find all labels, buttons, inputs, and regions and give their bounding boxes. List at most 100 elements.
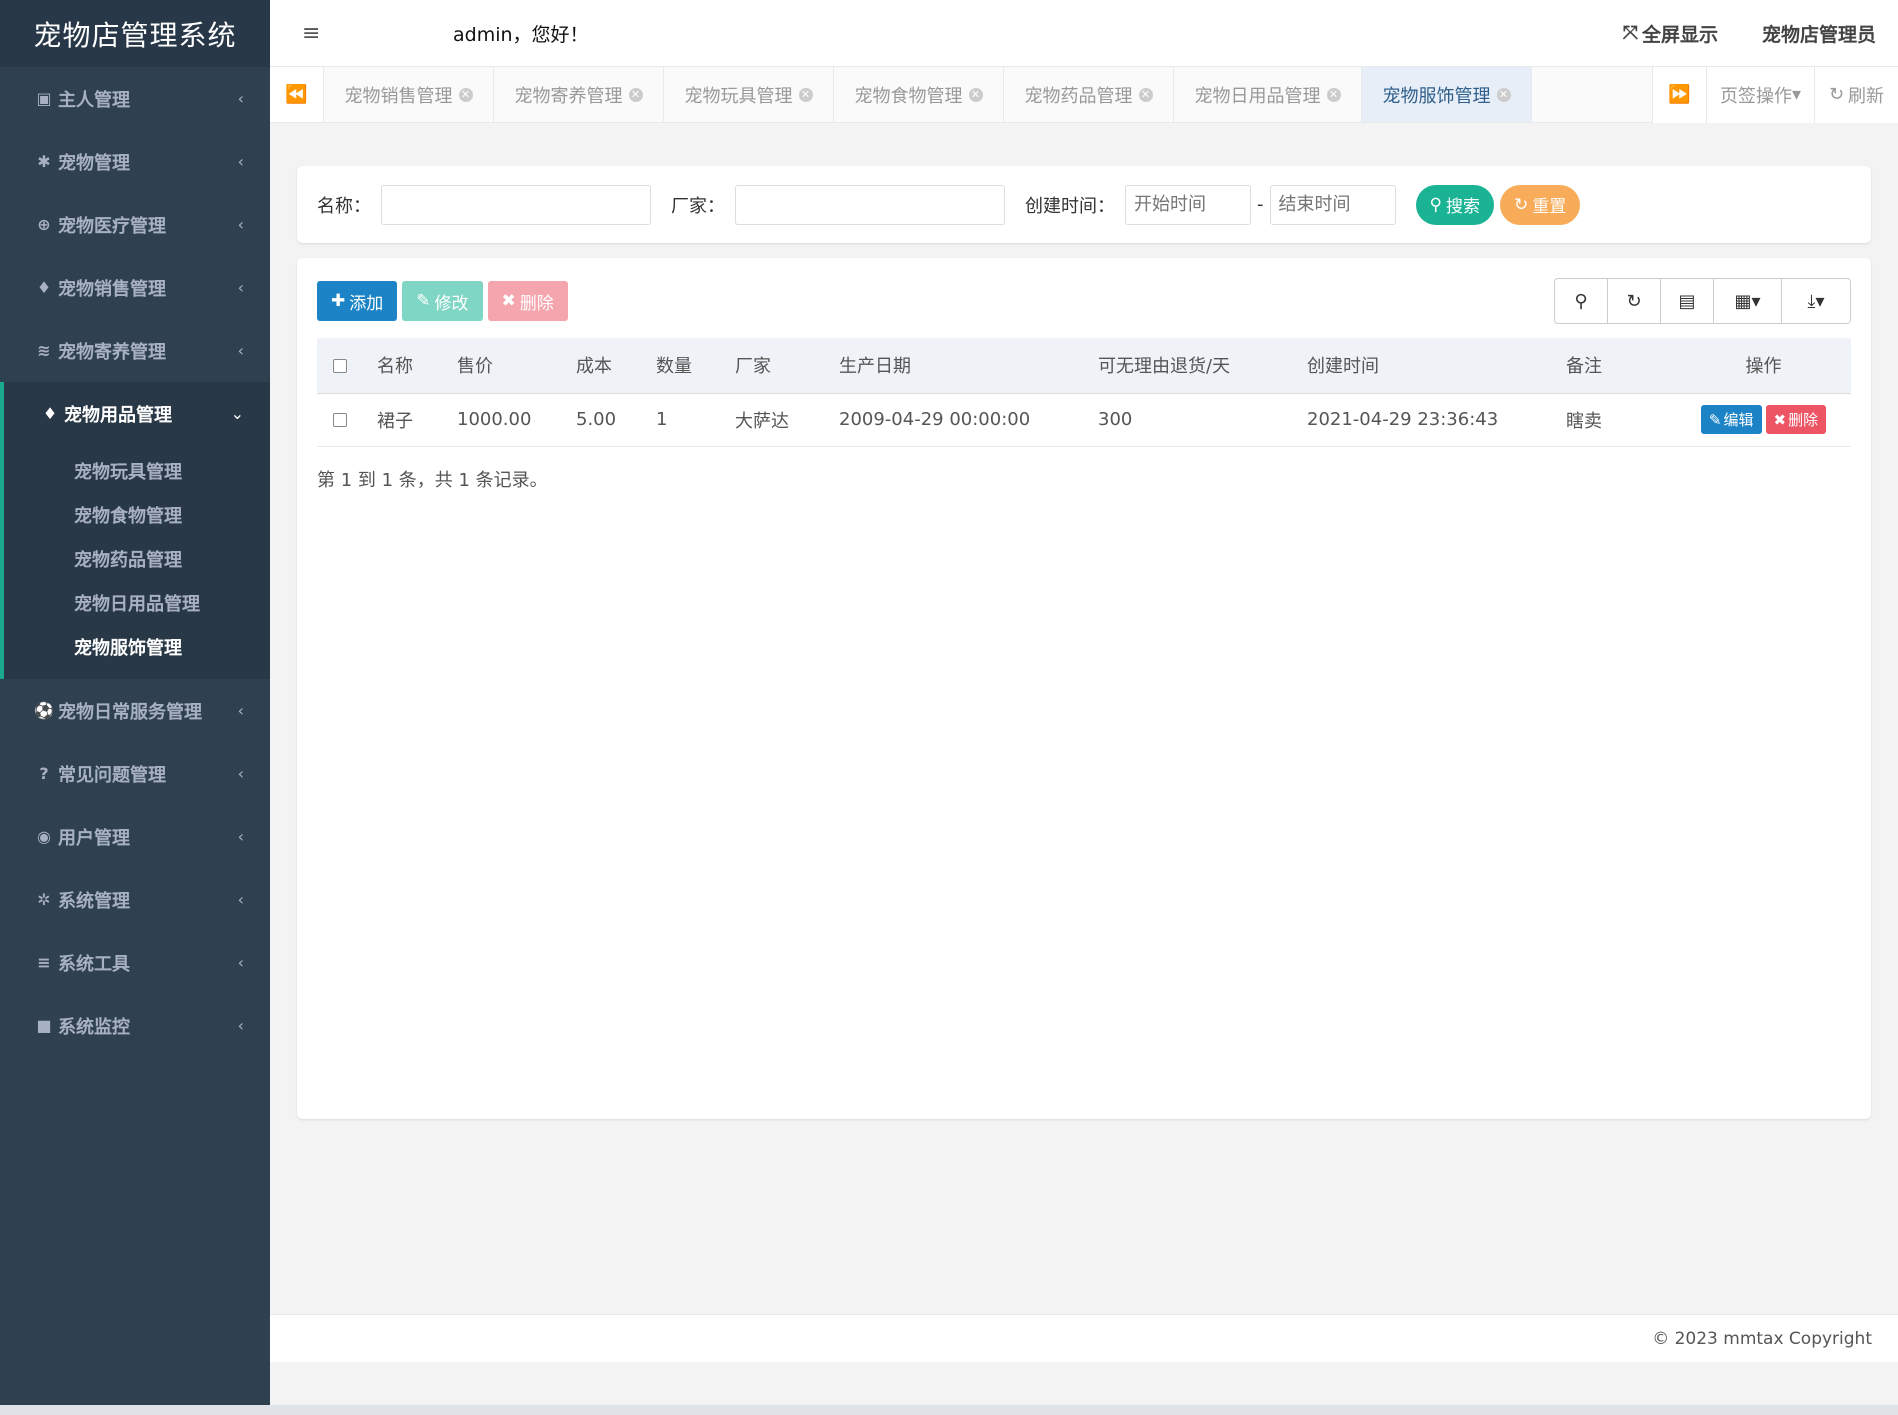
col-header[interactable]: 数量 (656, 338, 735, 394)
sidebar-item-label: 宠物医疗管理 (58, 215, 166, 237)
tabs-next-button[interactable]: ⏩ (1652, 66, 1706, 123)
sidebar-submenu: 宠物玩具管理 宠物食物管理 宠物药品管理 宠物日用品管理 宠物服饰管理 (0, 445, 270, 679)
col-header[interactable]: 厂家 (735, 338, 839, 394)
sidebar-item-supplies[interactable]: ♦ 宠物用品管理 ⌄ (0, 382, 270, 445)
data-table: 名称 售价 成本 数量 厂家 生产日期 可无理由退货/天 创建时间 备注 操作 … (317, 338, 1851, 447)
col-header[interactable]: 可无理由退货/天 (1098, 338, 1307, 394)
sidebar-subitem-toys[interactable]: 宠物玩具管理 (4, 449, 270, 493)
sidebar-item-label: 宠物管理 (58, 152, 130, 174)
chevron-left-icon: ‹ (237, 764, 244, 783)
vendor-input[interactable] (735, 184, 1005, 225)
name-input[interactable] (381, 184, 651, 225)
end-time-input[interactable] (1269, 184, 1396, 225)
refresh-table-button[interactable]: ↻ (1608, 279, 1661, 323)
chevron-left-icon: ‹ (237, 89, 244, 108)
close-icon[interactable]: ✕ (1138, 87, 1153, 102)
sidebar-item-owner[interactable]: ▣ 主人管理 ‹ (0, 67, 270, 130)
sidebar-item-monitor[interactable]: ■ 系统监控 ‹ (0, 994, 270, 1057)
sidebar-item-faq[interactable]: ? 常见问题管理 ‹ (0, 742, 270, 805)
sidebar-item-boarding[interactable]: ≋ 宠物寄养管理 ‹ (0, 319, 270, 382)
sidebar-item-label: 系统管理 (58, 890, 130, 912)
close-icon[interactable]: ✕ (458, 87, 473, 102)
tab-boarding[interactable]: 宠物寄养管理 ✕ (494, 67, 664, 122)
delete-button[interactable]: ✖ 删除 (487, 281, 568, 321)
col-header[interactable]: 名称 (377, 338, 457, 394)
close-icon[interactable]: ✕ (1326, 87, 1341, 102)
tab-medicine[interactable]: 宠物药品管理 ✕ (1004, 67, 1174, 122)
search-button[interactable]: ⚲ 搜索 (1415, 184, 1494, 225)
sidebar-item-label: 宠物销售管理 (58, 278, 166, 300)
select-all-checkbox[interactable] (333, 358, 347, 373)
reset-button-label: 重置 (1532, 197, 1567, 217)
col-header[interactable]: 售价 (457, 338, 576, 394)
user-role-menu[interactable]: 宠物店管理员 (1762, 20, 1876, 47)
sidebar-item-daily-service[interactable]: ⚽ 宠物日常服务管理 ‹ (0, 679, 270, 742)
fullscreen-button[interactable]: ⤧ 全屏显示 (1623, 20, 1718, 47)
chevron-left-icon: ‹ (237, 890, 244, 909)
chevron-down-icon: ⌄ (230, 404, 244, 423)
sidebar-item-users[interactable]: ◉ 用户管理 ‹ (0, 805, 270, 868)
toggle-view-button[interactable]: ▤ (1661, 279, 1714, 323)
col-header[interactable]: 生产日期 (839, 338, 1098, 394)
table-row[interactable]: 裙子 1000.00 5.00 1 大萨达 2009-04-29 00:00:0… (317, 393, 1851, 447)
col-header[interactable]: 备注 (1566, 338, 1676, 394)
tab-ops-label: 页签操作 (1719, 85, 1792, 107)
caret-down-icon: ▾ (1791, 84, 1802, 105)
grid-icon: ▦ (1734, 290, 1752, 312)
refresh-icon: ↻ (1513, 194, 1529, 215)
row-checkbox[interactable] (333, 413, 347, 427)
sidebar-item-tools[interactable]: ≡ 系统工具 ‹ (0, 931, 270, 994)
tabs-prev-button[interactable]: ⏪ (270, 67, 324, 122)
refresh-icon: ↻ (1828, 84, 1845, 105)
select-all-cell (317, 338, 377, 394)
close-icon[interactable]: ✕ (968, 87, 983, 102)
table-header-row: 名称 售价 成本 数量 厂家 生产日期 可无理由退货/天 创建时间 备注 操作 (317, 338, 1851, 394)
tab-clothing[interactable]: 宠物服饰管理 ✕ (1362, 67, 1532, 122)
sidebar-subitem-clothing[interactable]: 宠物服饰管理 (4, 625, 270, 669)
sidebar-item-medical[interactable]: ⊕ 宠物医疗管理 ‹ (0, 193, 270, 256)
reset-button[interactable]: ↻ 重置 (1499, 184, 1581, 225)
edit-button[interactable]: ✎ 修改 (402, 281, 483, 321)
plus-icon: ✚ (331, 291, 346, 311)
toggle-search-button[interactable]: ⚲ (1555, 279, 1608, 323)
tab-food[interactable]: 宠物食物管理 ✕ (834, 67, 1004, 122)
soccer-icon: ⚽ (34, 701, 54, 720)
paw-icon: ✱ (37, 152, 51, 171)
sidebar-item-sales[interactable]: ♦ 宠物销售管理 ‹ (0, 256, 270, 319)
close-icon[interactable]: ✕ (1496, 87, 1511, 102)
caret-down-icon: ▾ (1751, 290, 1761, 312)
search-button-label: 搜索 (1445, 197, 1480, 217)
refresh-label: 刷新 (1848, 85, 1885, 107)
add-button[interactable]: ✚ 添加 (317, 281, 398, 321)
sidebar-subitem-medicine[interactable]: 宠物药品管理 (4, 537, 270, 581)
refresh-button[interactable]: ↻ 刷新 (1814, 66, 1898, 123)
row-delete-button[interactable]: ✖ 删除 (1765, 405, 1827, 434)
columns-dropdown[interactable]: ▦ ▾ (1714, 279, 1782, 323)
close-icon[interactable]: ✕ (628, 87, 643, 102)
tab-sales[interactable]: 宠物销售管理 ✕ (324, 67, 494, 122)
export-dropdown[interactable]: ⤓ ▾ (1782, 279, 1850, 323)
sidebar-subitem-food[interactable]: 宠物食物管理 (4, 493, 270, 537)
sidebar-item-label: 宠物用品管理 (64, 404, 172, 426)
table-tools: ⚲ ↻ ▤ ▦ ▾ ⤓ ▾ (1554, 278, 1851, 324)
tab-toys[interactable]: 宠物玩具管理 ✕ (664, 67, 834, 122)
row-edit-button[interactable]: ✎ 编辑 (1700, 405, 1762, 434)
range-separator: - (1257, 194, 1264, 215)
created-label: 创建时间： (1025, 195, 1115, 217)
start-time-input[interactable] (1125, 184, 1251, 225)
col-header[interactable]: 成本 (576, 338, 656, 394)
tab-operations-dropdown[interactable]: 页签操作 ▾ (1706, 66, 1814, 123)
hamburger-icon[interactable]: ≡ (302, 21, 330, 46)
sidebar-item-pet[interactable]: ✱ 宠物管理 ‹ (0, 130, 270, 193)
download-icon: ⤓ (1807, 290, 1816, 312)
vendor-label: 厂家： (671, 195, 725, 217)
close-icon[interactable]: ✕ (798, 87, 813, 102)
col-header[interactable]: 创建时间 (1307, 338, 1566, 394)
tab-daily[interactable]: 宠物日用品管理 ✕ (1174, 67, 1362, 122)
sidebar-item-system[interactable]: ✲ 系统管理 ‹ (0, 868, 270, 931)
cell-price: 1000.00 (457, 393, 576, 447)
list-icon: ▤ (1678, 290, 1696, 312)
sidebar-subitem-daily[interactable]: 宠物日用品管理 (4, 581, 270, 625)
sidebar-item-label: 宠物寄养管理 (58, 341, 166, 363)
tab-label: 宠物销售管理 (344, 85, 453, 107)
